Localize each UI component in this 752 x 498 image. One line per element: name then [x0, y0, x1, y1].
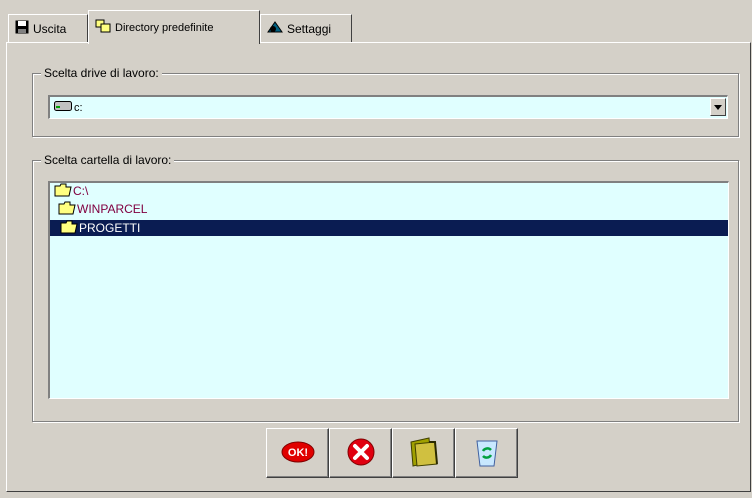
cancel-button[interactable] [329, 428, 392, 478]
folder-item-winparcel[interactable]: WINPARCEL [58, 201, 147, 217]
floppy-disk-icon [15, 20, 29, 37]
folder-label: PROGETTI [79, 221, 141, 235]
folder-item-progetti[interactable]: PROGETTI [50, 220, 728, 236]
tab-uscita-label: Uscita [33, 21, 67, 36]
cancel-icon [346, 437, 376, 470]
tab-directory-label: Directory predefinite [115, 21, 214, 34]
folder-label: WINPARCEL [77, 202, 148, 216]
folders-icon [95, 19, 111, 36]
folder-list[interactable]: C:\ WINPARCEL PROGETTI [48, 181, 729, 399]
tab-directory-predefinite[interactable]: Directory predefinite [88, 10, 260, 44]
folder-label: C:\ [73, 184, 89, 198]
folder-group-title: Scelta cartella di lavoro: [41, 153, 175, 167]
hard-drive-icon [54, 100, 72, 115]
folder-icon [409, 436, 439, 471]
tab-settaggi[interactable]: Settaggi [260, 14, 352, 42]
recycle-bin-icon [475, 437, 499, 470]
open-folder-icon [54, 183, 72, 200]
tab-uscita[interactable]: Uscita [8, 14, 88, 42]
ok-label: OK! [287, 447, 307, 459]
recycle-bin-button[interactable] [455, 428, 518, 478]
ok-button[interactable]: OK! [266, 428, 329, 478]
tab-settaggi-label: Settaggi [287, 21, 332, 36]
drive-group-title: Scelta drive di lavoro: [41, 66, 162, 80]
drive-value: c: [54, 100, 83, 115]
open-folder-button[interactable] [392, 428, 455, 478]
drive-label: c: [74, 101, 83, 114]
open-folder-icon [58, 201, 76, 218]
folder-item-c-root[interactable]: C:\ [54, 183, 88, 199]
settings-icon [267, 20, 283, 37]
open-folder-icon [60, 220, 78, 237]
action-toolbar: OK! [266, 428, 518, 478]
chevron-down-icon[interactable] [710, 98, 726, 116]
ok-icon: OK! [281, 441, 315, 466]
drive-select[interactable]: c: [48, 95, 728, 119]
